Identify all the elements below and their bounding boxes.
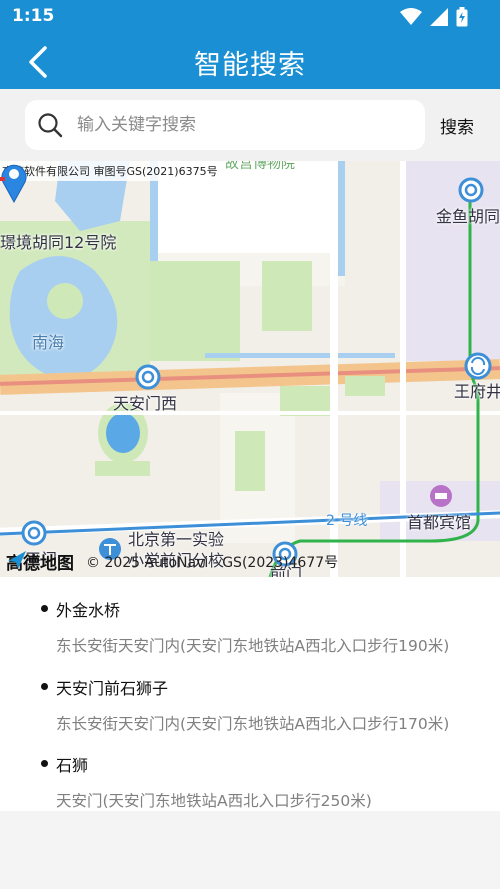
- map-label-jinyu: 金鱼胡同: [436, 207, 500, 226]
- app-header: 1:15 智能搜索: [0, 0, 500, 89]
- result-name: 外金水桥: [56, 601, 121, 620]
- metro-station-icon: [458, 177, 484, 203]
- title-bar: 智能搜索: [0, 34, 500, 89]
- search-row: 搜索: [0, 89, 500, 161]
- map-copyright: © 2025 AutoNavi - GS(2023)4677号: [86, 554, 339, 571]
- results-list: 外金水桥 东长安街天安门内(天安门东地铁站A西北入口步行190米) 天安门前石狮…: [0, 577, 500, 811]
- bullet: [41, 683, 48, 690]
- search-box[interactable]: [25, 100, 425, 150]
- metro-station-icon: [21, 520, 47, 546]
- battery-icon: [456, 7, 468, 27]
- hotel-icon: [430, 485, 452, 507]
- map-label-palace: 故宫博物院: [225, 161, 295, 172]
- status-icons: [400, 6, 468, 28]
- wifi-icon: [400, 8, 422, 25]
- search-button[interactable]: 搜索: [440, 113, 474, 138]
- status-bar: 1:15: [0, 0, 500, 34]
- map-label-nanhai: 南海: [32, 333, 65, 352]
- map-label-wangfujing: 王府井: [454, 382, 500, 401]
- result-address: 东长安街天安门内(天安门东地铁站A西北入口步行170米): [56, 715, 450, 733]
- map-label-jingjing: 璟境胡同12号院: [0, 233, 117, 252]
- map-label-line2: 2 号线: [326, 513, 368, 529]
- amap-logo-icon: [8, 551, 26, 569]
- result-name: 石狮: [56, 756, 89, 775]
- map-approval-number: 高德软件有限公司 审图号GS(2021)6375号: [0, 161, 220, 181]
- status-time: 1:15: [12, 6, 55, 26]
- map-footer: 高德地图 © 2025 AutoNavi - GS(2023)4677号: [6, 549, 338, 574]
- result-name: 天安门前石狮子: [56, 679, 169, 698]
- metro-station-icon: [135, 364, 161, 390]
- map-label-tiananmenxi: 天安门西: [113, 394, 178, 413]
- result-address: 东长安街天安门内(天安门东地铁站A西北入口步行190米): [56, 637, 450, 655]
- location-pin-icon[interactable]: [0, 161, 28, 203]
- bullet: [41, 760, 48, 767]
- map-view[interactable]: 高德软件有限公司 审图号GS(2021)6375号 故宫博物院 璟境胡同12号院…: [0, 161, 500, 577]
- signal-icon: [430, 8, 448, 26]
- bullet: [41, 605, 48, 612]
- metro-transfer-icon: [464, 352, 492, 380]
- result-address: 天安门(天安门东地铁站A西北入口步行250米): [56, 792, 372, 810]
- search-input[interactable]: [77, 115, 397, 135]
- map-label-shoudu: 首都宾馆: [407, 513, 472, 532]
- search-icon: [37, 112, 63, 138]
- page-title: 智能搜索: [194, 50, 306, 81]
